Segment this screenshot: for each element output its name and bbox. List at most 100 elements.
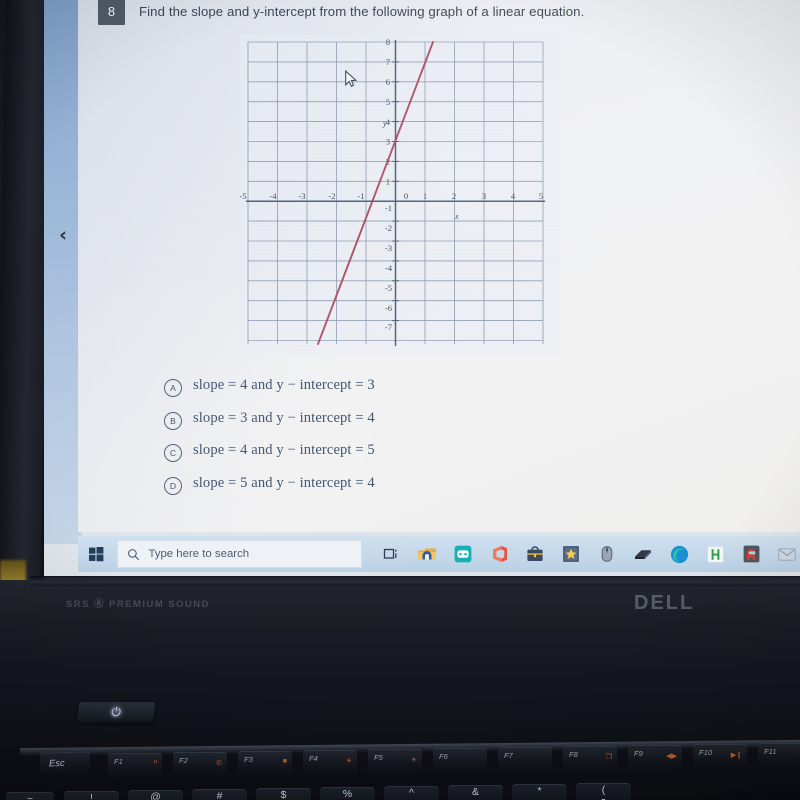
svg-text:7: 7 xyxy=(386,57,391,67)
svg-text:-4: -4 xyxy=(269,191,277,201)
option-row[interactable]: C slope = 4 and y − intercept = 5 xyxy=(164,442,375,462)
option-row[interactable]: A slope = 4 and y − intercept = 3 xyxy=(164,377,375,397)
dell-logo-text: DELL xyxy=(634,592,695,614)
file-explorer-icon[interactable] xyxy=(410,537,444,571)
key-f6[interactable]: F6 xyxy=(433,748,487,772)
key-f7-label: F7 xyxy=(504,751,513,760)
key-f5-label: F5 xyxy=(374,753,383,762)
key-6-symbol: ^ xyxy=(409,788,414,799)
key-7-symbol: & xyxy=(472,787,479,798)
windows-logo-icon xyxy=(89,546,104,561)
svg-text:3: 3 xyxy=(482,191,486,201)
key-5[interactable]: % 5 xyxy=(320,787,375,800)
key-8-symbol: * xyxy=(537,786,542,797)
key-f6-label: F6 xyxy=(439,752,448,761)
laptop-keyboard: Esc F1 ᴴ F2 ✆ F3 ■ F4 ☀ F5 ☀ F6 F7 F8 ❐ … xyxy=(0,739,800,800)
svg-text:-4: -4 xyxy=(385,263,393,273)
back-chevron-icon[interactable]: ‹ xyxy=(52,222,74,248)
key-f2-fn-icon: ✆ xyxy=(216,760,222,767)
svg-text:-1: -1 xyxy=(385,203,392,213)
key-7[interactable]: & 7 xyxy=(448,785,503,800)
option-letter-a[interactable]: A xyxy=(164,379,182,397)
key-3[interactable]: # 3 xyxy=(192,789,247,800)
key-1-symbol: ! xyxy=(90,793,93,800)
svg-text:-3: -3 xyxy=(298,191,305,201)
key-2[interactable]: @ 2 xyxy=(128,790,183,800)
svg-text:-7: -7 xyxy=(385,322,393,332)
hinge-strip xyxy=(30,576,800,586)
key-f9-fn-icon: ◀▶ xyxy=(666,753,677,760)
teams-chat-icon[interactable] xyxy=(446,537,480,571)
svg-text:1: 1 xyxy=(423,191,427,201)
power-button[interactable]: ⏻ xyxy=(76,702,156,723)
option-row[interactable]: B slope = 3 and y − intercept = 4 xyxy=(164,409,375,430)
key-f3[interactable]: F3 ■ xyxy=(238,751,292,775)
key-6[interactable]: ^ 6 xyxy=(384,786,439,800)
svg-text:0: 0 xyxy=(404,191,408,201)
key-f7[interactable]: F7 xyxy=(498,747,552,771)
option-text-b: slope = 3 and y − intercept = 4 xyxy=(193,409,375,426)
key-1[interactable]: ! 1 xyxy=(64,791,119,800)
option-letter-b[interactable]: B xyxy=(164,411,182,430)
taskbar-tray xyxy=(374,537,800,571)
key-f8-fn-icon: ❐ xyxy=(605,754,612,761)
search-placeholder: Type here to search xyxy=(148,548,250,560)
key-f8[interactable]: F8 ❐ xyxy=(563,746,617,770)
mouse-app-icon[interactable] xyxy=(590,537,624,571)
among-us-icon[interactable] xyxy=(734,537,768,571)
eraser-app-icon[interactable] xyxy=(626,537,660,571)
question-prompt: Find the slope and y-intercept from the … xyxy=(139,4,585,19)
key-f5-fn-icon: ☀ xyxy=(410,757,417,764)
key-f11-label: F11 xyxy=(764,747,777,756)
svg-text:-2: -2 xyxy=(328,191,335,201)
key-f8-label: F8 xyxy=(569,750,578,759)
task-view-icon[interactable] xyxy=(374,537,408,571)
key-f9[interactable]: F9 ◀▶ xyxy=(628,745,682,769)
question-number-badge: 8 xyxy=(98,0,125,25)
key-f11[interactable]: F11 ▶ xyxy=(758,743,800,767)
key-f3-fn-icon: ■ xyxy=(282,758,287,765)
svg-text:-1: -1 xyxy=(357,191,364,201)
microsoft-store-icon[interactable] xyxy=(518,537,552,571)
key-f10-label: F10 xyxy=(699,748,713,757)
search-input[interactable]: Type here to search xyxy=(117,540,362,568)
svg-text:8: 8 xyxy=(386,37,390,47)
x-axis-label: x xyxy=(454,212,459,221)
key-f10[interactable]: F10 ▶❙ xyxy=(693,744,747,768)
linear-equation-graph: -5 -4 -3 -2 -1 0 1 2 3 4 5 8 7 6 5 4 3 1… xyxy=(240,34,560,354)
key-f4-fn-icon: ☀ xyxy=(345,758,352,765)
key-f4[interactable]: F4 ☀ xyxy=(303,750,357,774)
svg-text:3: 3 xyxy=(386,137,390,147)
option-letter-c[interactable]: C xyxy=(164,444,182,462)
key-3-symbol: # xyxy=(216,791,223,800)
microsoft-edge-icon[interactable] xyxy=(662,537,696,571)
key-4[interactable]: $ 4 xyxy=(256,788,311,800)
key-8[interactable]: * 8 xyxy=(512,784,567,800)
option-letter-d[interactable]: D xyxy=(164,476,182,495)
mail-icon[interactable] xyxy=(770,537,800,571)
key-tilde[interactable]: ~ xyxy=(6,792,54,800)
office-icon[interactable] xyxy=(482,537,516,571)
key-f1[interactable]: F1 ᴴ xyxy=(108,753,162,777)
answer-options: A slope = 4 and y − intercept = 3 B slop… xyxy=(164,377,375,495)
key-f1-fn-icon: ᴴ xyxy=(153,760,157,767)
key-4-symbol: $ xyxy=(280,790,287,800)
svg-text:2: 2 xyxy=(452,191,456,201)
start-button[interactable] xyxy=(78,536,115,572)
graph-svg: -5 -4 -3 -2 -1 0 1 2 3 4 5 8 7 6 5 4 3 1… xyxy=(240,34,560,354)
key-f5[interactable]: F5 ☀ xyxy=(368,749,422,773)
key-f2[interactable]: F2 ✆ xyxy=(173,752,227,776)
svg-text:-5: -5 xyxy=(385,283,392,293)
key-9[interactable]: ( 9 xyxy=(576,783,631,800)
key-tilde-symbol: ~ xyxy=(26,794,34,800)
svg-text:4: 4 xyxy=(511,191,516,201)
key-5-symbol: % xyxy=(342,789,353,800)
dell-logo: DELL xyxy=(634,592,694,615)
key-f3-label: F3 xyxy=(244,755,253,764)
key-f9-label: F9 xyxy=(634,749,643,758)
mouse-cursor-icon xyxy=(345,70,358,88)
option-row[interactable]: D slope = 5 and y − intercept = 4 xyxy=(164,475,375,495)
star-app-icon[interactable] xyxy=(554,537,588,571)
key-2-symbol: @ xyxy=(150,792,161,800)
h-app-icon[interactable] xyxy=(698,537,732,571)
